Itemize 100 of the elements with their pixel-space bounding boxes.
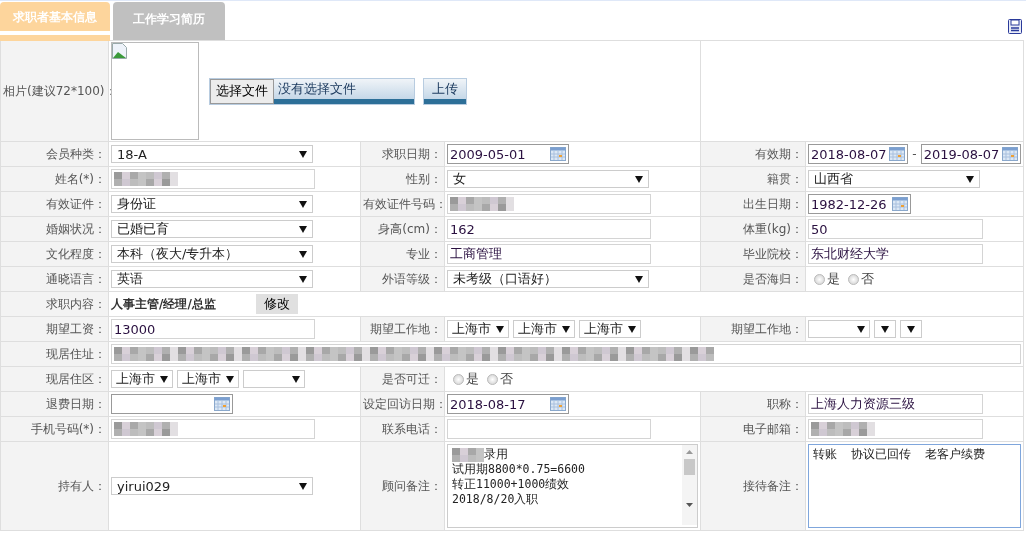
file-field[interactable]: 选择文件 没有选择文件 [209,77,415,105]
caret-icon [299,482,307,490]
select-field[interactable]: 山西省 [808,170,980,188]
field-label: 是否可迁： [382,371,442,386]
caret-icon [226,375,234,383]
select-field[interactable]: 上海市 [111,370,173,388]
text-field[interactable]: 50 [808,219,983,239]
note-line: 录用 [484,447,508,462]
text-field[interactable]: 东北财经大学 [808,244,983,264]
field-label: 持有人： [58,478,106,493]
field-label: 退费日期： [46,396,106,411]
select-field[interactable]: 上海市 [177,370,239,388]
upload-button[interactable]: 上传 [423,77,467,105]
select-field[interactable]: 上海市 [579,320,641,338]
field-label: 会员种类： [46,146,106,161]
caret-icon [160,375,168,383]
field-label: 性别： [406,171,442,186]
calendar-icon [550,147,566,161]
select-field[interactable]: yirui029 [111,477,313,495]
radio-button[interactable] [487,373,498,385]
note-line: 试用期8800*0.75=6600 [452,462,585,477]
field-label: 通晓语言： [46,271,106,286]
text-field[interactable]: 162 [447,219,651,239]
field-label: 求职日期： [382,146,442,161]
radio-button[interactable] [848,273,859,285]
select-field[interactable]: 身份证 [111,195,313,213]
text-field[interactable]: 工商管理 [447,244,651,264]
calendar-icon [214,397,230,411]
choose-file-button[interactable]: 选择文件 [210,78,274,104]
field-label: 姓名(*)： [54,171,106,186]
select-field[interactable] [808,320,870,338]
select-field[interactable]: 已婚已育 [111,220,313,238]
save-icon[interactable] [1008,19,1022,34]
caret-icon [299,250,307,258]
caret-icon [635,175,643,183]
field-label: 是否海归： [743,271,803,286]
text-field[interactable] [808,419,983,439]
edit-button[interactable]: 修改 [255,294,298,314]
caret-icon [881,325,889,333]
calendar-icon [892,197,908,211]
field-label: 文化程度： [46,246,106,261]
note-line: 转账 协议已回传 老客户续费 [813,447,985,462]
caret-icon [628,325,636,333]
select-field[interactable] [243,370,305,388]
caret-icon [292,375,300,383]
radio-label[interactable]: 否 [500,370,513,388]
field-label: 顾问备注： [382,478,442,493]
date-field[interactable]: 1982-12-26 [808,194,911,214]
calendar-icon [1002,147,1018,161]
caret-icon [299,200,307,208]
field-label: 婚姻状况： [46,221,106,236]
text-field[interactable] [111,419,315,439]
date-field[interactable]: 2018-08-07 [808,144,909,164]
field-label: 有效期： [755,146,803,161]
field-label: 期望工资： [46,321,106,336]
select-field[interactable]: 未考级（口语好） [447,270,649,288]
field-label: 有效证件： [46,196,106,211]
caret-icon [966,175,974,183]
select-field[interactable]: 女 [447,170,649,188]
caret-icon [857,325,865,333]
caret-icon [635,275,643,283]
caret-icon [299,150,307,158]
date-field[interactable] [111,394,233,414]
date-field[interactable]: 2019-08-07 [920,144,1021,164]
field-label: 专业： [406,246,442,261]
select-field[interactable]: 上海市 [513,320,575,338]
text-field[interactable] [111,169,315,189]
text-field[interactable]: 上海人力资源三级 [808,394,983,414]
date-field[interactable]: 2009-05-01 [447,144,569,164]
date-field[interactable]: 2018-08-17 [447,394,569,414]
radio-button[interactable] [814,273,825,285]
select-field[interactable] [900,320,922,338]
field-label: 身高(cm)： [378,221,442,236]
field-label: 接待备注： [743,478,803,493]
field-label: 出生日期： [743,196,803,211]
text-field[interactable] [111,344,1021,364]
select-field[interactable]: 上海市 [447,320,509,338]
field-label: 设定回访日期： [363,396,447,411]
field-label: 现居住址： [46,346,106,361]
text-field[interactable] [447,194,651,214]
select-field[interactable]: 本科（夜大/专升本） [111,245,313,263]
field-label: 外语等级： [382,271,442,286]
radio-button[interactable] [453,373,464,385]
field-label: 相片(建议72*100)： [3,83,117,98]
field-label: 电子邮箱： [743,421,803,436]
radio-label[interactable]: 是 [466,370,479,388]
caret-icon [299,275,307,283]
range-separator: - [912,147,917,161]
note-line: 转正11000+1000绩效 [452,477,570,492]
text-field[interactable] [447,419,651,439]
notes-field[interactable]: 转账 协议已回传 老客户续费 [808,444,1021,528]
text-field[interactable]: 13000 [111,319,315,339]
radio-label[interactable]: 否 [861,270,874,288]
select-field[interactable] [874,320,896,338]
select-field[interactable]: 英语 [111,270,313,288]
select-field[interactable]: 18-A [111,145,313,163]
calendar-icon [889,147,906,161]
notes-field[interactable]: 录用 试用期8800*0.75=6600 转正11000+1000绩效 2018/8/20入职 [447,444,698,528]
field-label: 体重(kg)： [743,221,803,236]
radio-label[interactable]: 是 [827,270,840,288]
